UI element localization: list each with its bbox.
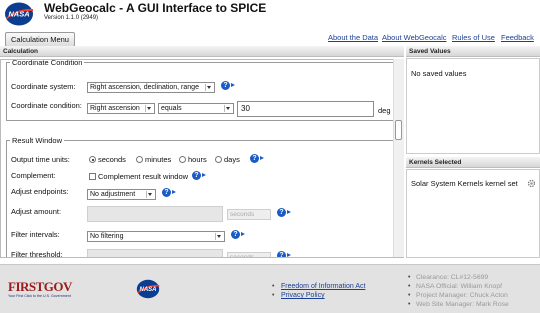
result-window-legend: Result Window	[12, 136, 63, 145]
help-icon[interactable]: ?	[231, 230, 245, 240]
footer-bullet: •	[272, 292, 275, 299]
adjust-amount-label: Adjust amount:	[11, 207, 62, 216]
saved-values-panel: No saved values	[406, 58, 540, 154]
filter-intervals-label: Filter intervals:	[11, 230, 60, 239]
adjust-endpoints-select[interactable]: No adjustment	[87, 189, 156, 200]
svg-text:NASA: NASA	[139, 287, 156, 293]
foia-link[interactable]: Freedom of Information Act	[281, 283, 365, 290]
adjust-endpoints-label: Adjust endpoints:	[11, 187, 69, 196]
radio-days[interactable]	[215, 156, 222, 163]
coordinate-system-select[interactable]: Right ascension, declination, range	[87, 82, 215, 93]
footer-bullet: •	[408, 283, 411, 290]
app-title: WebGeocalc - A GUI Interface to SPICE	[44, 1, 267, 15]
help-icon[interactable]: ?	[221, 81, 235, 91]
clearance-text: Clearance: CL#12-5699	[416, 274, 489, 281]
footer-bullet: •	[408, 301, 411, 308]
nasa-footer-logo: NASA	[136, 279, 160, 299]
rules-of-use-link[interactable]: Rules of Use	[452, 33, 495, 42]
radio-days-label: days	[224, 155, 240, 164]
about-data-link[interactable]: About the Data	[328, 33, 378, 42]
nasa-official-text: NASA Official: William Knopf	[416, 283, 502, 290]
filter-threshold-label: Filter threshold:	[11, 250, 63, 258]
footer-bullet: •	[272, 283, 275, 290]
kernel-set-item: Solar System Kernels kernel set	[411, 179, 518, 188]
calculation-panel-header: Calculation	[0, 46, 404, 57]
condition-value-input[interactable]: 30	[237, 101, 374, 117]
radio-seconds[interactable]	[89, 156, 96, 163]
help-icon[interactable]: ?	[192, 171, 206, 181]
relation-select[interactable]: equals	[158, 103, 234, 114]
gear-icon[interactable]	[527, 179, 536, 188]
complement-option-label: Complement result window	[98, 172, 189, 181]
web-site-manager-text: Web Site Manager: Mark Rose	[416, 301, 509, 308]
coordinate-system-label: Coordinate system:	[11, 82, 76, 91]
calculation-scrollbar[interactable]	[393, 59, 404, 257]
saved-values-header: Saved Values	[406, 46, 540, 57]
kernels-selected-header: Kernels Selected	[406, 157, 540, 168]
help-icon[interactable]: ?	[277, 208, 291, 218]
radio-hours[interactable]	[179, 156, 186, 163]
calculation-form-pane[interactable]: Coordinate Condition Coordinate system: …	[0, 59, 404, 258]
page-footer: FIRSTGOV Your First Click to the U.S. Go…	[0, 264, 540, 313]
radio-minutes[interactable]	[136, 156, 143, 163]
app-version: Version 1.1.0 (2949)	[44, 15, 99, 21]
filter-threshold-unit-select[interactable]: seconds	[227, 252, 271, 257]
coordinate-condition-label: Coordinate condition:	[11, 101, 82, 110]
nasa-logo: NASA	[5, 2, 33, 26]
adjust-amount-input[interactable]	[87, 206, 223, 222]
adjust-amount-unit-select[interactable]: seconds	[227, 209, 271, 220]
output-time-units-label: Output time units:	[11, 155, 70, 164]
svg-text:NASA: NASA	[8, 10, 29, 19]
calculation-menu-button[interactable]: Calculation Menu	[5, 32, 75, 47]
filter-threshold-input[interactable]	[87, 249, 223, 257]
complement-checkbox[interactable]	[89, 173, 96, 180]
saved-values-empty: No saved values	[411, 69, 467, 78]
help-icon[interactable]: ?	[250, 154, 264, 164]
condition-unit-label: deg	[378, 106, 391, 115]
help-icon[interactable]: ?	[162, 188, 176, 198]
radio-seconds-label: seconds	[98, 155, 126, 164]
radio-hours-label: hours	[188, 155, 207, 164]
coordinate-select[interactable]: Right ascension	[87, 103, 155, 114]
footer-bullet: •	[408, 292, 411, 299]
help-icon[interactable]: ?	[277, 251, 291, 257]
scrollbar-thumb[interactable]	[395, 120, 402, 140]
filter-intervals-select[interactable]: No filtering	[87, 231, 225, 242]
about-webgeocalc-link[interactable]: About WebGeocalc	[382, 33, 446, 42]
coordinate-condition-legend: Coordinate Condition	[12, 59, 83, 67]
footer-bullet: •	[408, 274, 411, 281]
firstgov-logo[interactable]: FIRSTGOV	[8, 279, 72, 295]
feedback-link[interactable]: Feedback	[501, 33, 534, 42]
kernels-selected-panel: Solar System Kernels kernel set	[406, 169, 540, 258]
project-manager-text: Project Manager: Chuck Acton	[416, 292, 508, 299]
privacy-policy-link[interactable]: Privacy Policy	[281, 292, 325, 299]
radio-minutes-label: minutes	[145, 155, 172, 164]
complement-label: Complement:	[11, 171, 56, 180]
firstgov-tagline: Your First Click to the U.S. Government	[8, 294, 71, 298]
